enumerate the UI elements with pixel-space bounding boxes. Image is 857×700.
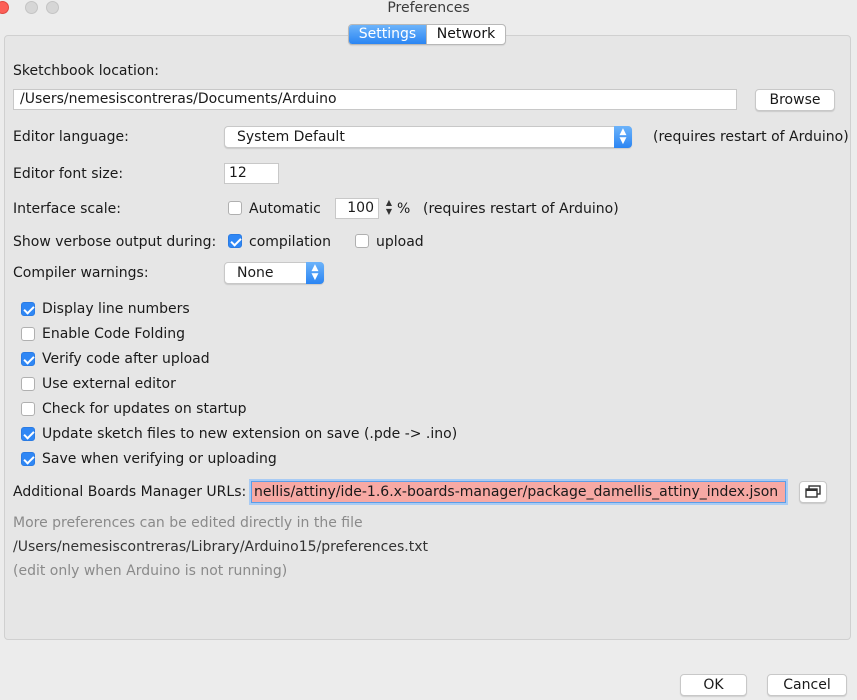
editor-font-size-label: Editor font size: <box>13 166 124 182</box>
interface-scale-input[interactable]: 100 <box>335 198 379 219</box>
tab-network[interactable]: Network <box>426 25 505 44</box>
sketchbook-label: Sketchbook location: <box>13 63 160 79</box>
use-external-editor-label: Use external editor <box>42 376 176 392</box>
editor-language-label: Editor language: <box>13 129 129 145</box>
compiler-warnings-label: Compiler warnings: <box>13 265 149 281</box>
window-close-icon[interactable] <box>0 1 9 14</box>
display-line-numbers-checkbox[interactable] <box>21 302 35 316</box>
compilation-label: compilation <box>249 234 331 250</box>
display-line-numbers-label: Display line numbers <box>42 301 190 317</box>
compiler-warnings-select[interactable]: None ▲ ▼ <box>224 262 324 284</box>
edit-only-note: (edit only when Arduino is not running) <box>13 563 288 579</box>
automatic-checkbox[interactable] <box>228 201 242 215</box>
window-stack-icon <box>805 485 821 498</box>
browse-button[interactable]: Browse <box>755 89 835 111</box>
chevron-updown-icon: ▲ ▼ <box>306 262 324 284</box>
open-url-list-button[interactable] <box>799 481 827 503</box>
compilation-checkbox[interactable] <box>228 234 242 248</box>
window-title: Preferences <box>387 0 470 16</box>
check-updates-checkbox[interactable] <box>21 402 35 416</box>
use-external-editor-checkbox[interactable] <box>21 377 35 391</box>
enable-code-folding-label: Enable Code Folding <box>42 326 185 342</box>
check-updates-label: Check for updates on startup <box>42 401 247 417</box>
ok-button[interactable]: OK <box>680 674 747 696</box>
boards-manager-urls-input[interactable]: nellis/attiny/ide-1.6.x-boards-manager/p… <box>251 481 786 503</box>
interface-scale-label: Interface scale: <box>13 201 121 217</box>
title-bar: Preferences <box>0 0 857 16</box>
verbose-output-label: Show verbose output during: <box>13 234 217 250</box>
automatic-label: Automatic <box>249 201 321 217</box>
tab-bar: Settings Network <box>348 24 506 45</box>
window-minimize-icon[interactable] <box>25 1 38 14</box>
editor-font-size-input[interactable]: 12 <box>224 163 279 184</box>
window-maximize-icon[interactable] <box>46 1 59 14</box>
editor-language-note: (requires restart of Arduino) <box>653 129 849 145</box>
percent-label: % <box>397 201 411 217</box>
compiler-warnings-value: None <box>237 265 274 281</box>
more-prefs-note: More preferences can be edited directly … <box>13 515 363 531</box>
verify-after-upload-checkbox[interactable] <box>21 352 35 366</box>
save-when-verifying-checkbox[interactable] <box>21 452 35 466</box>
upload-checkbox[interactable] <box>355 234 369 248</box>
tab-settings[interactable]: Settings <box>349 25 426 44</box>
save-when-verifying-label: Save when verifying or uploading <box>42 451 277 467</box>
interface-scale-stepper[interactable]: ▲ ▼ <box>384 198 394 220</box>
editor-language-select[interactable]: System Default ▲ ▼ <box>224 126 632 148</box>
update-sketch-extension-checkbox[interactable] <box>21 427 35 441</box>
editor-language-value: System Default <box>237 129 345 145</box>
sketchbook-path-input[interactable]: /Users/nemesiscontreras/Documents/Arduin… <box>13 89 737 110</box>
enable-code-folding-checkbox[interactable] <box>21 327 35 341</box>
preferences-file-path: /Users/nemesiscontreras/Library/Arduino1… <box>13 539 429 555</box>
verify-after-upload-label: Verify code after upload <box>42 351 210 367</box>
upload-label: upload <box>376 234 424 250</box>
update-sketch-extension-label: Update sketch files to new extension on … <box>42 426 458 442</box>
chevron-updown-icon: ▲ ▼ <box>614 126 632 148</box>
boards-manager-label: Additional Boards Manager URLs: <box>13 484 247 500</box>
cancel-button[interactable]: Cancel <box>767 674 847 696</box>
interface-scale-note: (requires restart of Arduino) <box>423 201 619 217</box>
